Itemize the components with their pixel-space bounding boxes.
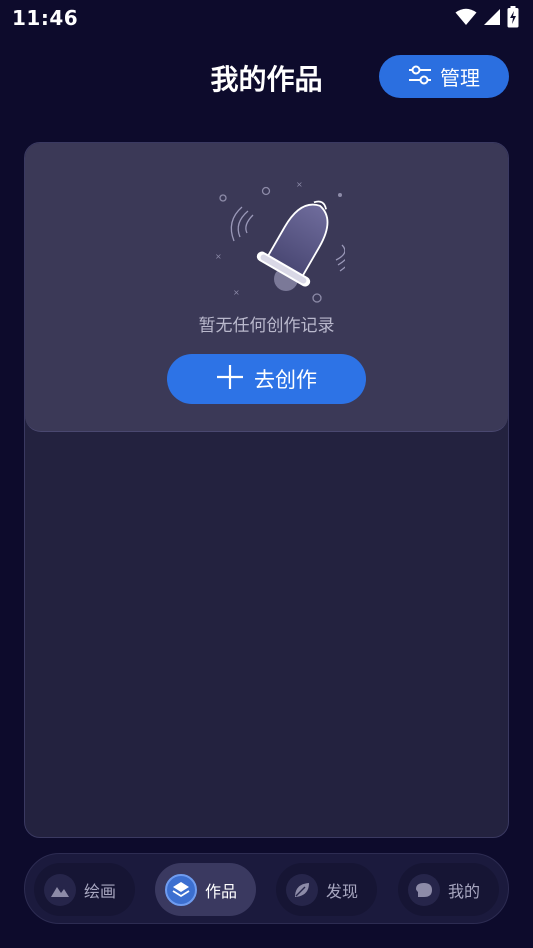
svg-text:×: × — [215, 252, 222, 261]
screen: 11:46 我的 作品 管理 × × × 暂无任何创作记录 去创作 绘画 作品 发… — [0, 0, 533, 948]
layers-icon — [165, 873, 197, 906]
wifi-icon — [455, 8, 477, 30]
leaf-icon — [286, 873, 318, 906]
bottom-nav: 绘画 作品 发现 我的 — [24, 853, 509, 924]
manage-button[interactable]: 管理 — [379, 55, 509, 98]
status-bar: 11:46 — [0, 0, 533, 36]
chat-bubble-icon — [408, 873, 440, 906]
signal-icon — [483, 8, 501, 30]
svg-text:×: × — [233, 288, 240, 297]
nav-item-mine[interactable]: 我的 — [398, 863, 499, 916]
nav-label-draw: 绘画 — [84, 881, 117, 901]
create-label: 去创作 — [254, 368, 317, 392]
works-panel: × × × × 暂无任 — [24, 142, 509, 838]
nav-label-works: 作品 — [205, 881, 238, 901]
status-time: 11:46 — [12, 6, 79, 30]
status-icons — [455, 6, 519, 32]
empty-state-card: × × × × 暂无任 — [25, 143, 508, 432]
nav-item-draw[interactable]: 绘画 — [34, 863, 135, 916]
empty-message: 暂无任何创作记录 — [198, 316, 335, 336]
nav-label-discover: 发现 — [326, 881, 359, 901]
mountain-image-icon — [44, 873, 76, 906]
battery-charging-icon — [507, 6, 519, 32]
nav-item-discover[interactable]: 发现 — [276, 863, 377, 916]
create-button[interactable]: 去创作 — [167, 354, 366, 404]
sliders-icon — [408, 64, 432, 90]
bell-icon: × × × × — [215, 180, 345, 303]
nav-item-works[interactable]: 作品 — [155, 863, 256, 916]
manage-label: 管理 — [440, 66, 480, 90]
nav-label-mine: 我的 — [448, 881, 481, 901]
svg-text:×: × — [296, 180, 303, 189]
plus-icon — [216, 363, 244, 395]
